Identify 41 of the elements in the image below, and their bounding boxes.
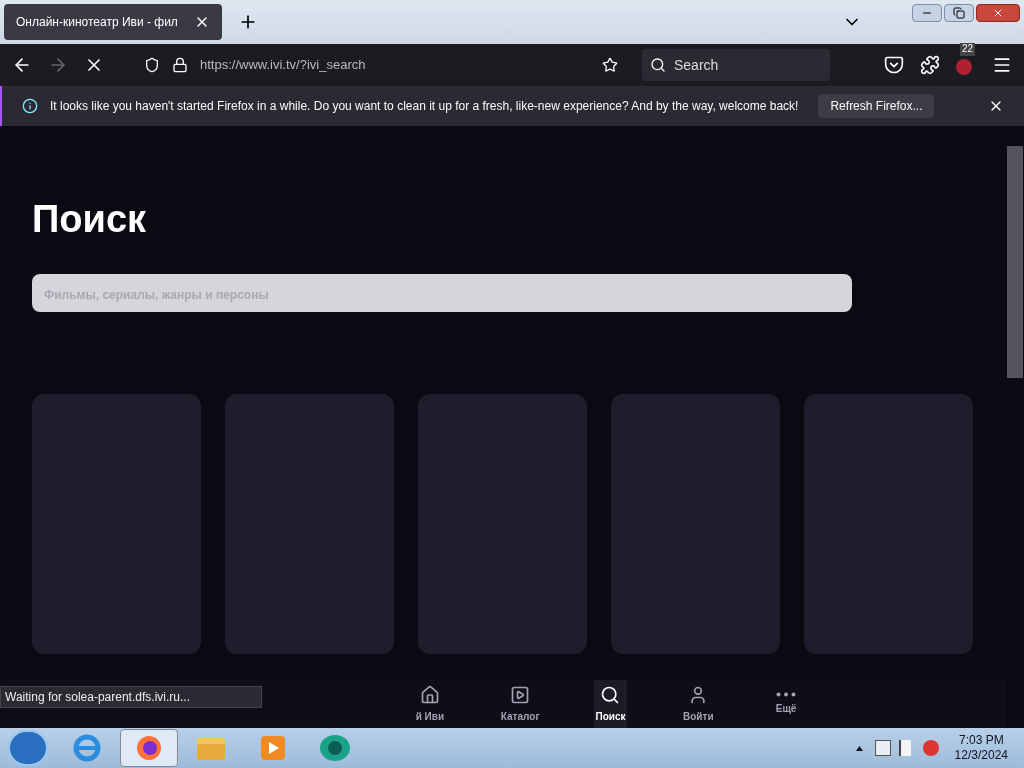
- status-tooltip: Waiting for solea-parent.dfs.ivi.ru...: [0, 686, 262, 708]
- taskbar-app[interactable]: [120, 729, 178, 767]
- tray-arrow-icon[interactable]: [855, 745, 863, 751]
- app-icon: [318, 733, 352, 763]
- restore-button[interactable]: [944, 4, 974, 22]
- media-player-icon: [259, 734, 287, 762]
- home-icon: [419, 684, 440, 705]
- search-field[interactable]: Search: [642, 49, 830, 81]
- nav-item[interactable]: Ещё: [769, 680, 803, 728]
- lock-icon[interactable]: [172, 57, 188, 73]
- pocket-icon[interactable]: [884, 55, 904, 75]
- close-window-button[interactable]: [976, 4, 1020, 22]
- search-icon: [650, 57, 666, 73]
- url-text: https://www.ivi.tv/?ivi_search: [200, 56, 367, 75]
- refresh-firefox-button[interactable]: Refresh Firefox...: [818, 94, 935, 118]
- notification-message: It looks like you haven't started Firefox in a while. Do you want to clean it up for a fresh, like-new experience? And by the way, welcome back!: [50, 98, 799, 115]
- more-icon: [776, 692, 797, 697]
- close-icon: [992, 7, 1004, 19]
- search-icon: [600, 684, 621, 705]
- play-icon: [510, 684, 531, 705]
- start-button[interactable]: [8, 730, 48, 766]
- badge-count: 22: [960, 43, 976, 56]
- bookmark-icon[interactable]: [602, 57, 618, 73]
- nav-item[interactable]: Поиск: [593, 680, 628, 728]
- browser-icon: [72, 733, 102, 763]
- scrollbar-thumb[interactable]: [1007, 146, 1023, 378]
- extension-icon[interactable]: [956, 59, 972, 75]
- nav-item[interactable]: й Иви: [413, 680, 447, 728]
- page-title: Поиск: [32, 200, 148, 238]
- clock-date: 12/3/2024: [954, 748, 1008, 763]
- info-icon: [22, 98, 38, 114]
- nav-item[interactable]: Каталог: [500, 680, 540, 728]
- minimize-button[interactable]: [912, 4, 942, 22]
- menu-icon[interactable]: [992, 55, 1012, 75]
- shield-icon[interactable]: [144, 57, 160, 73]
- nav-item[interactable]: Войти: [681, 680, 716, 728]
- extensions-icon[interactable]: [920, 55, 940, 75]
- browser-tab[interactable]: Онлайн-кинотеатр Иви - фил: [4, 4, 222, 40]
- restore-icon: [953, 7, 965, 19]
- firefox-icon: [134, 733, 164, 763]
- clock-time: 7:03 PM: [958, 733, 1004, 748]
